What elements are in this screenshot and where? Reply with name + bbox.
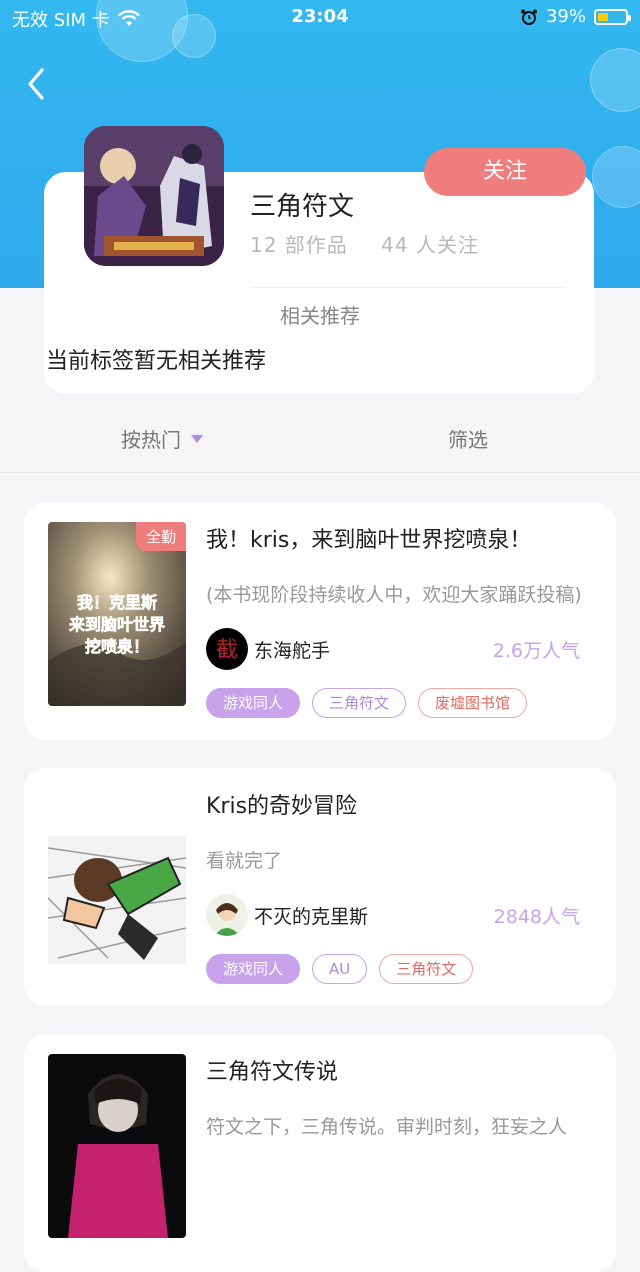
status-bar: 无效 SIM 卡 23:04 39% [0, 0, 640, 36]
author-avatar[interactable]: 截 [206, 628, 248, 670]
tag-stats: 12 部作品 44 人关注 [250, 229, 505, 258]
book-card[interactable]: Kris的奇妙冒险 看就完了 不灭的克里斯 2848人气 游戏同人 AU 三角符… [24, 768, 616, 1006]
divider [250, 287, 566, 288]
popularity: 2.6万人气 [492, 640, 580, 662]
triangle-down-icon [191, 434, 203, 443]
popularity: 2848人气 [493, 906, 580, 928]
back-arrow-icon[interactable] [22, 64, 58, 104]
svg-text:挖喷泉！: 挖喷泉！ [85, 637, 149, 656]
book-title[interactable]: 我！kris，来到脑叶世界挖喷泉！ [206, 522, 531, 554]
book-cover-image: 我！克里斯 来到脑叶世界 挖喷泉！ 全勤 [48, 522, 186, 706]
full-attendance-badge: 全勤 [135, 522, 186, 551]
filter-bar: 按热门 筛选 [0, 400, 640, 473]
decor-bubble [592, 146, 640, 208]
works-count: 12 部作品 [250, 233, 348, 257]
alarm-icon [520, 9, 537, 25]
book-card[interactable]: 三角符文传说 符文之下，三角传说。审判时刻，狂妄之人 [24, 1034, 616, 1272]
battery-percent: 39% [545, 6, 586, 27]
related-recommend-title: 相关推荐 [280, 304, 360, 328]
battery-level [598, 12, 608, 21]
svg-text:我！克里斯: 我！克里斯 [77, 593, 157, 612]
book-title[interactable]: 三角符文传说 [206, 1054, 338, 1086]
sort-label: 按热门 [121, 428, 181, 452]
book-tag[interactable]: 游戏同人 [206, 954, 301, 984]
book-tags: 游戏同人 AU 三角符文 [206, 954, 474, 984]
book-description: (本书现阶段持续收人中，欢迎大家踊跃投稿) [206, 584, 582, 606]
tag-name: 三角符文 [250, 192, 355, 222]
follow-button[interactable]: 关注 [424, 148, 586, 196]
recommend-empty-text: 当前标签暂无相关推荐 [46, 349, 267, 374]
book-description: 看就完了 [206, 850, 283, 872]
decor-bubble [590, 48, 640, 112]
book-cover-image [48, 788, 186, 972]
book-tag[interactable]: 三角符文 [379, 954, 474, 984]
author-name[interactable]: 东海舵手 [254, 636, 330, 663]
book-cover-image [48, 1054, 186, 1238]
svg-text:截: 截 [216, 638, 238, 663]
book-tag[interactable]: AU [312, 954, 368, 984]
sort-dropdown[interactable]: 按热门 [121, 424, 203, 453]
author-name[interactable]: 不灭的克里斯 [254, 902, 368, 929]
book-tag[interactable]: 游戏同人 [206, 688, 301, 718]
followers-count: 44 人关注 [381, 233, 479, 257]
book-card[interactable]: 我！克里斯 来到脑叶世界 挖喷泉！ 全勤 我！kris，来到脑叶世界挖喷泉！ (… [24, 502, 616, 740]
book-description: 符文之下，三角传说。审判时刻，狂妄之人 [206, 1116, 568, 1138]
book-tag[interactable]: 废墟图书馆 [418, 688, 528, 718]
tag-cover-image [84, 126, 224, 266]
filter-button[interactable]: 筛选 [448, 424, 488, 453]
book-tag[interactable]: 三角符文 [312, 688, 407, 718]
author-avatar[interactable] [206, 894, 248, 936]
book-title[interactable]: Kris的奇妙冒险 [206, 788, 357, 820]
svg-text:来到脑叶世界: 来到脑叶世界 [68, 615, 165, 634]
battery-icon [594, 8, 631, 25]
book-tags: 游戏同人 三角符文 废墟图书馆 [206, 688, 528, 718]
